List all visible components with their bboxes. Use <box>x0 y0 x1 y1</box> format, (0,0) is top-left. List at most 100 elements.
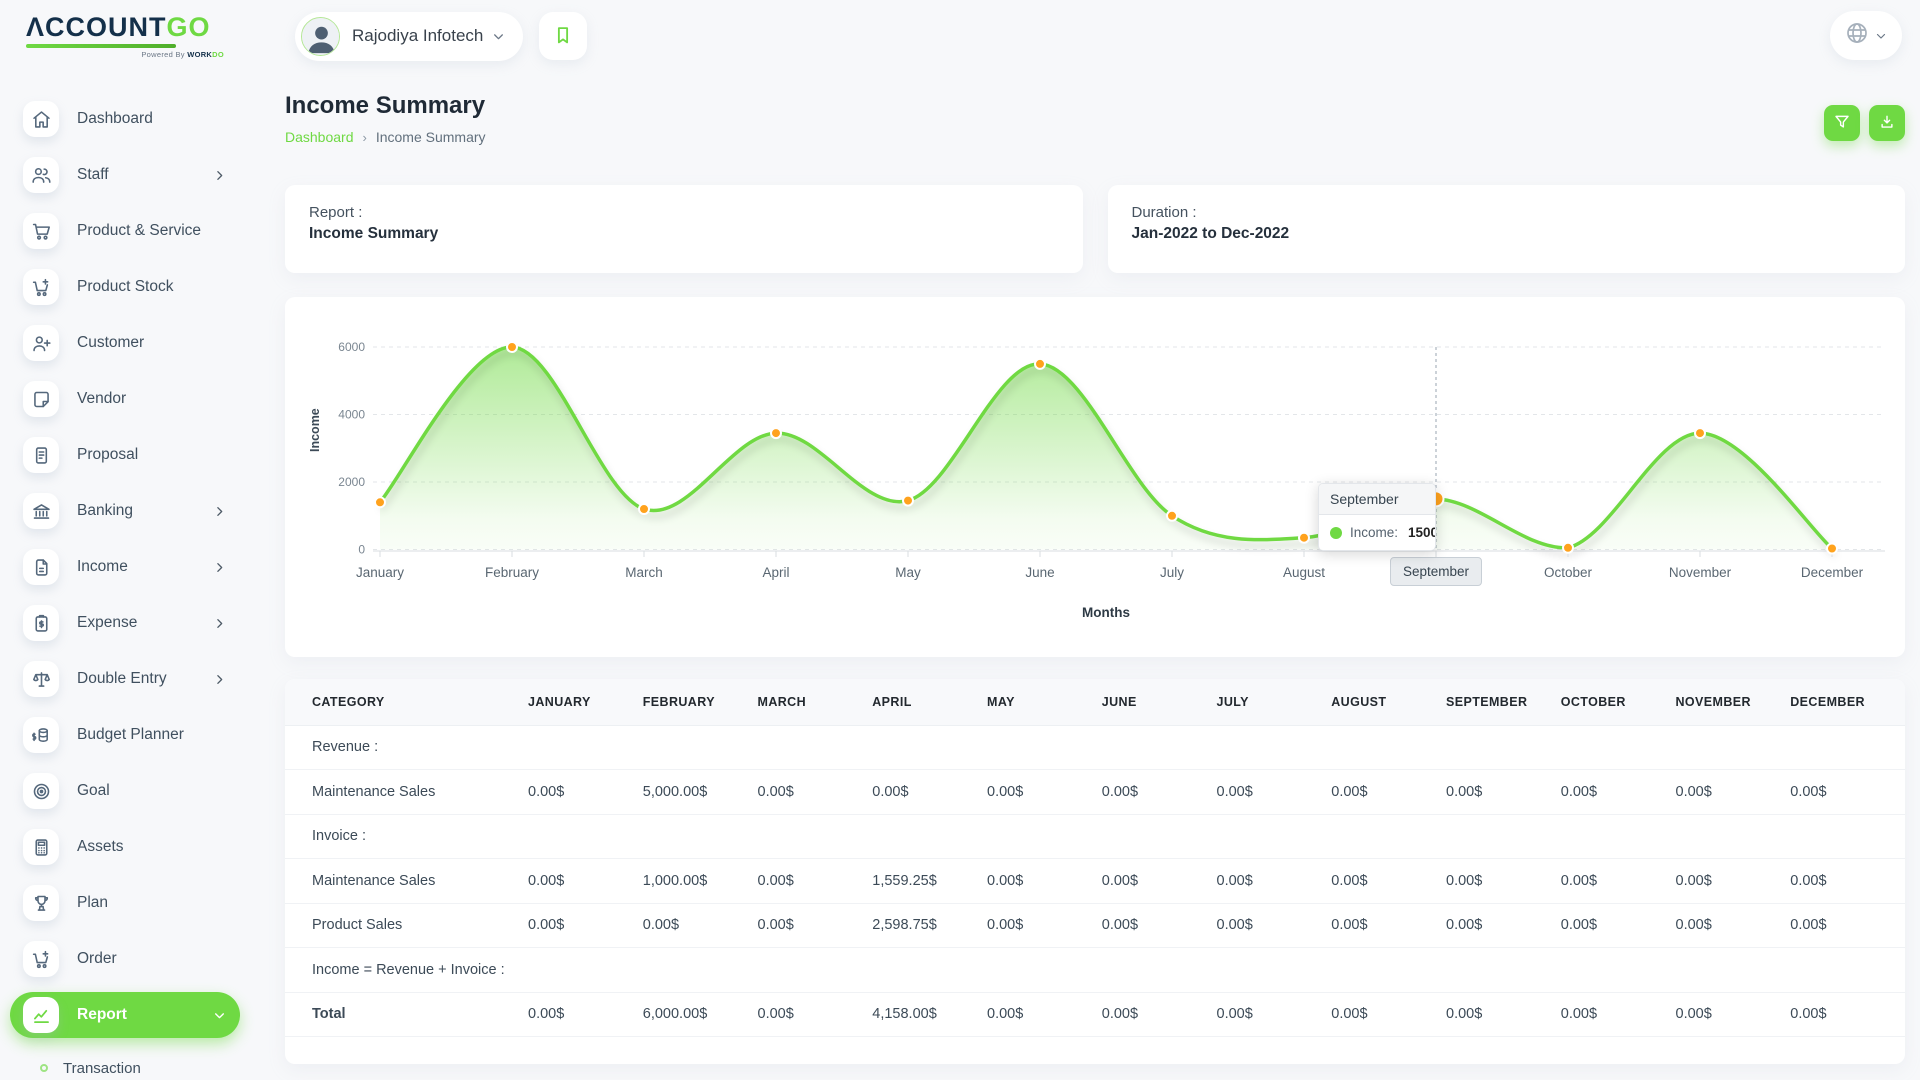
main-content: Income Summary Dashboard › Income Summar… <box>255 72 1920 1080</box>
row-label: Total <box>285 992 528 1037</box>
chevron-down-icon <box>213 1009 226 1022</box>
area-chart-canvas: 0200040006000IncomeJanuaryFebruaryMarchA… <box>295 327 1895 647</box>
bookmark-button[interactable] <box>539 12 587 60</box>
sidebar-item-proposal[interactable]: Proposal <box>10 432 240 478</box>
cell-value: 0.00$ <box>987 859 1102 904</box>
sidebar-item-report[interactable]: Report <box>10 992 240 1038</box>
cell-value: 0.00$ <box>1217 992 1332 1037</box>
cell-value <box>758 725 873 770</box>
svg-text:2000: 2000 <box>338 475 365 489</box>
cell-value <box>1676 814 1791 859</box>
cell-value <box>1790 814 1905 859</box>
column-header-december: DECEMBER <box>1790 679 1905 725</box>
cell-value <box>1561 948 1676 993</box>
sidebar-item-label: Product & Service <box>77 222 201 240</box>
cell-value: 0.00$ <box>1446 903 1561 948</box>
cell-value: 0.00$ <box>528 992 643 1037</box>
cell-value: 0.00$ <box>1561 903 1676 948</box>
sidebar-item-order[interactable]: Order <box>10 936 240 982</box>
column-header-november: NOVEMBER <box>1676 679 1791 725</box>
table-row: Revenue : <box>285 725 1905 770</box>
column-header-october: OCTOBER <box>1561 679 1676 725</box>
income-chart[interactable]: 0200040006000IncomeJanuaryFebruaryMarchA… <box>285 297 1905 657</box>
cell-value <box>1102 948 1217 993</box>
chevron-right-icon <box>213 673 226 686</box>
cell-value <box>1446 948 1561 993</box>
sidebar-item-income[interactable]: Income <box>10 544 240 590</box>
company-name: Rajodiya Infotech <box>352 26 483 46</box>
sidebar-nav: Dashboard Staff Product & Service Produc… <box>0 72 255 1080</box>
cell-value: 0.00$ <box>1331 859 1446 904</box>
cell-value: 0.00$ <box>1102 992 1217 1037</box>
table-row: Total0.00$6,000.00$0.00$4,158.00$0.00$0.… <box>285 992 1905 1037</box>
svg-text:March: March <box>625 565 663 580</box>
company-selector[interactable]: Rajodiya Infotech <box>295 12 523 61</box>
breadcrumb-dashboard-link[interactable]: Dashboard <box>285 129 354 145</box>
cell-value: 1,559.25$ <box>872 859 987 904</box>
logo-underline <box>26 44 176 48</box>
svg-text:February: February <box>485 565 539 580</box>
avatar <box>301 17 340 56</box>
logo-text: ΛCCOUNTGO <box>26 14 255 41</box>
cell-value <box>528 725 643 770</box>
sidebar-item-expense[interactable]: Expense <box>10 600 240 646</box>
cell-value: 0.00$ <box>1561 859 1676 904</box>
sidebar-item-budget-planner[interactable]: Budget Planner <box>10 712 240 758</box>
cell-value <box>1331 948 1446 993</box>
sidebar-item-label: Expense <box>77 614 137 632</box>
cell-value: 0.00$ <box>1790 992 1905 1037</box>
language-selector[interactable] <box>1830 11 1902 60</box>
sidebar-subitem-transaction[interactable]: Transaction <box>10 1048 240 1080</box>
column-header-may: MAY <box>987 679 1102 725</box>
column-header-september: SEPTEMBER <box>1446 679 1561 725</box>
cell-value <box>1676 948 1791 993</box>
sidebar-item-product-service[interactable]: Product & Service <box>10 208 240 254</box>
download-button[interactable] <box>1869 105 1905 141</box>
sidebar-item-product-stock[interactable]: Product Stock <box>10 264 240 310</box>
column-header-february: FEBRUARY <box>643 679 758 725</box>
table-row: Invoice : <box>285 814 1905 859</box>
sidebar-item-customer[interactable]: Customer <box>10 320 240 366</box>
sidebar-item-vendor[interactable]: Vendor <box>10 376 240 422</box>
order-icon <box>23 941 59 977</box>
row-label: Maintenance Sales <box>285 859 528 904</box>
cell-value: 0.00$ <box>643 903 758 948</box>
column-header-april: APRIL <box>872 679 987 725</box>
column-header-category: CATEGORY <box>285 679 528 725</box>
chevron-down-icon <box>492 30 505 43</box>
sidebar-item-label: Report <box>77 1006 127 1024</box>
row-label: Income = Revenue + Invoice : <box>285 948 528 993</box>
cell-value: 0.00$ <box>758 770 873 815</box>
product-service-icon <box>23 213 59 249</box>
cell-value <box>758 948 873 993</box>
cell-value: 0.00$ <box>1676 859 1791 904</box>
income-icon <box>23 549 59 585</box>
svg-text:December: December <box>1801 565 1864 580</box>
cell-value: 0.00$ <box>1331 903 1446 948</box>
cell-value: 1,000.00$ <box>643 859 758 904</box>
cell-value: 0.00$ <box>1790 770 1905 815</box>
sidebar-item-label: Dashboard <box>77 110 153 128</box>
row-label: Maintenance Sales <box>285 770 528 815</box>
svg-text:November: November <box>1669 565 1732 580</box>
svg-text:June: June <box>1025 565 1054 580</box>
filter-button[interactable] <box>1824 105 1860 141</box>
svg-text:May: May <box>895 565 921 580</box>
cell-value <box>987 948 1102 993</box>
sidebar-item-label: Goal <box>77 782 110 800</box>
cell-value <box>1790 725 1905 770</box>
sidebar-item-label: Plan <box>77 894 108 912</box>
sidebar-item-banking[interactable]: Banking <box>10 488 240 534</box>
income-summary-table: CATEGORYJANUARYFEBRUARYMARCHAPRILMAYJUNE… <box>285 679 1905 1037</box>
sidebar-item-label: Income <box>77 558 128 576</box>
sidebar-item-dashboard[interactable]: Dashboard <box>10 96 240 142</box>
cell-value <box>1790 948 1905 993</box>
cell-value <box>643 814 758 859</box>
cell-value: 5,000.00$ <box>643 770 758 815</box>
sidebar-item-plan[interactable]: Plan <box>10 880 240 926</box>
sidebar-item-goal[interactable]: Goal <box>10 768 240 814</box>
sidebar-item-assets[interactable]: Assets <box>10 824 240 870</box>
sidebar-item-staff[interactable]: Staff <box>10 152 240 198</box>
chevron-right-icon <box>213 617 226 630</box>
sidebar-item-double-entry[interactable]: Double Entry <box>10 656 240 702</box>
